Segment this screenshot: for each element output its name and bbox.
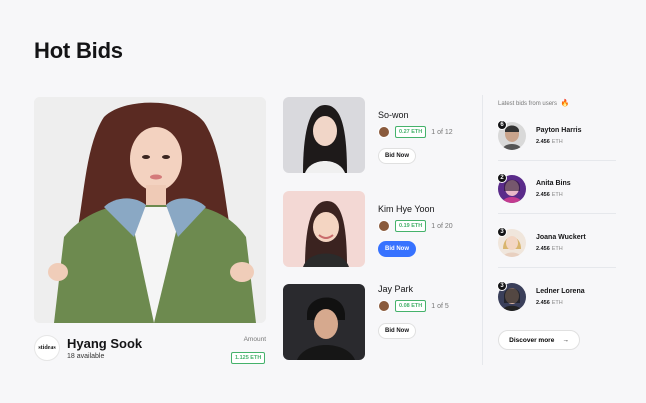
bid-amount-value: 2.456 <box>536 300 550 306</box>
arrow-right-icon: → <box>562 336 569 344</box>
latest-bids-title: Latest bids from users 🔥 <box>498 99 569 107</box>
featured-title: Hyang Sook <box>67 336 143 351</box>
latest-bid-user[interactable]: 3 Joana Wuckert 2.456 ETH <box>497 227 616 273</box>
bid-now-button[interactable]: Bid Now <box>378 241 416 257</box>
column-divider <box>482 95 483 365</box>
row-divider <box>498 160 616 161</box>
bid-item-stock: 1 of 12 <box>431 128 453 136</box>
bid-item-meta: 0.08 ETH 1 of 5 <box>378 300 449 312</box>
bid-amount-value: 2.456 <box>536 246 550 252</box>
bid-item-price: 0.27 ETH <box>395 126 427 138</box>
rank-badge: 3 <box>497 281 507 291</box>
bid-amount-unit: ETH <box>551 192 563 198</box>
row-divider <box>498 267 616 268</box>
user-bid-amount: 2.456 ETH <box>536 192 563 198</box>
page-title: Hot Bids <box>34 38 123 63</box>
bid-amount-unit: ETH <box>551 300 563 306</box>
latest-bids-label: Latest bids from users <box>498 101 558 107</box>
row-divider <box>498 213 616 214</box>
bid-amount-value: 2.456 <box>536 192 550 198</box>
bid-item-name: Jay Park <box>378 284 414 294</box>
rank-badge: 6 <box>497 120 507 130</box>
bid-item-name: Kim Hye Yoon <box>378 204 435 214</box>
user-bid-amount: 2.456 ETH <box>536 246 563 252</box>
featured-price-badge: 1.125 ETH <box>231 346 266 364</box>
bid-item-price: 0.08 ETH <box>395 300 427 312</box>
bid-item-stock: 1 of 20 <box>431 222 453 230</box>
amount-label: Amount <box>243 336 266 343</box>
bid-now-button[interactable]: Bid Now <box>378 323 416 339</box>
bid-item-price: 0.19 ETH <box>395 220 427 232</box>
bid-amount-value: 2.456 <box>536 139 550 145</box>
bid-amount-unit: ETH <box>551 246 563 252</box>
rank-badge: 3 <box>497 227 507 237</box>
bid-item-image[interactable] <box>283 191 365 267</box>
user-name: Joana Wuckert <box>536 234 586 241</box>
latest-bid-user[interactable]: 6 Payton Harris 2.456 ETH <box>497 120 616 166</box>
bid-item-meta: 0.27 ETH 1 of 12 <box>378 126 453 138</box>
user-bid-amount: 2.456 ETH <box>536 139 563 145</box>
featured-artwork-image[interactable] <box>34 97 266 323</box>
price-text: 1.125 ETH <box>231 352 266 364</box>
rank-badge: 2 <box>497 173 507 183</box>
discover-more-label: Discover more <box>509 336 555 344</box>
user-name: Payton Harris <box>536 127 582 134</box>
latest-bid-user[interactable]: 2 Anita Bins 2.456 ETH <box>497 173 616 219</box>
featured-availability: 18 available <box>67 353 105 360</box>
owner-avatar <box>378 220 390 232</box>
fire-icon: 🔥 <box>560 100 570 107</box>
bid-now-button[interactable]: Bid Now <box>378 148 416 164</box>
owner-avatar <box>378 126 390 138</box>
user-bid-amount: 2.456 ETH <box>536 300 563 306</box>
discover-more-button[interactable]: Discover more → <box>498 330 580 350</box>
bid-item-name: So-won <box>378 110 409 120</box>
user-name: Ledner Lorena <box>536 288 585 295</box>
creator-logo: stideas <box>34 335 60 361</box>
bid-item-image[interactable] <box>283 284 365 360</box>
bid-item-image[interactable] <box>283 97 365 173</box>
bid-amount-unit: ETH <box>551 139 563 145</box>
bid-item-meta: 0.19 ETH 1 of 20 <box>378 220 453 232</box>
latest-bid-user[interactable]: 3 Ledner Lorena 2.456 ETH <box>497 281 616 327</box>
owner-avatar <box>378 300 390 312</box>
user-name: Anita Bins <box>536 180 571 187</box>
bid-item-stock: 1 of 5 <box>431 302 449 310</box>
